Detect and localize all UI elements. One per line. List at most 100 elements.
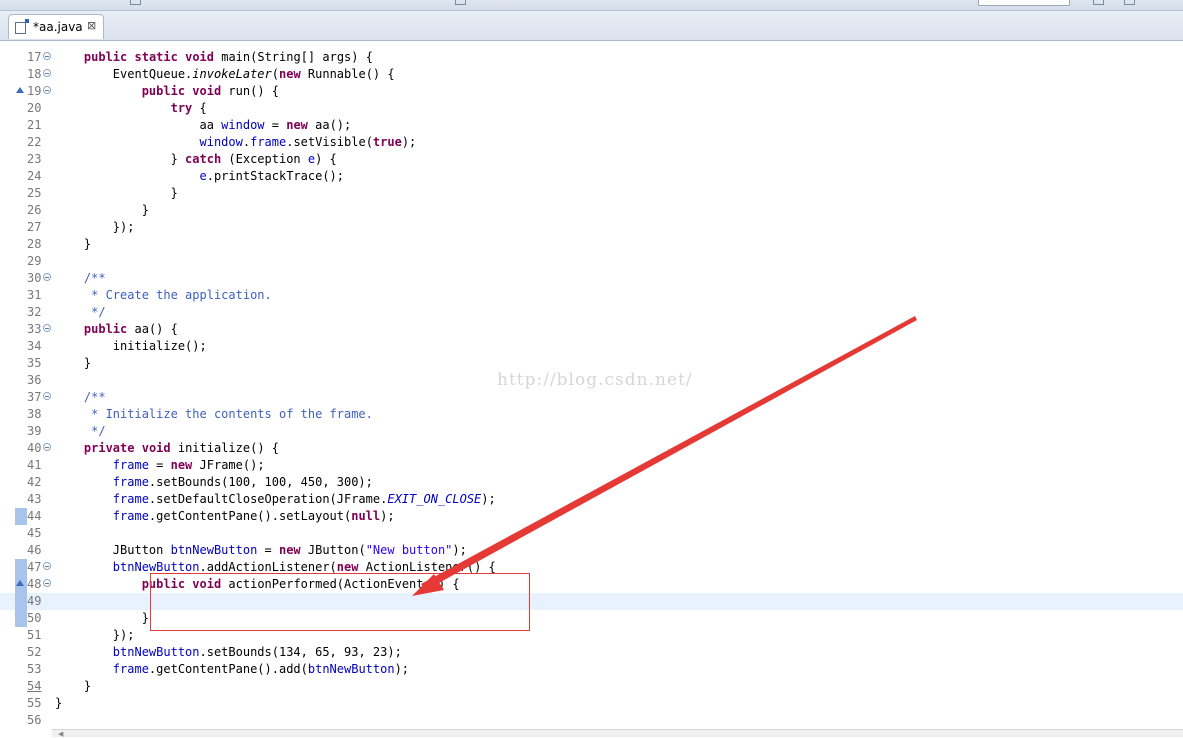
- code-text: });: [55, 220, 135, 234]
- code-text: }: [55, 356, 92, 370]
- code-text: * Initialize the contents of the frame.: [91, 407, 373, 421]
- annotation-highlight-box: [150, 573, 530, 631]
- change-marker: [15, 508, 27, 525]
- code-line[interactable]: 21 aa window = new aa();: [0, 117, 1183, 134]
- code-line[interactable]: 40 private void initialize() {: [0, 440, 1183, 457]
- code-text: * Create the application.: [91, 288, 272, 302]
- toolbar-icon[interactable]: [130, 0, 141, 5]
- code-line[interactable]: 23 } catch (Exception e) {: [0, 151, 1183, 168]
- code-line[interactable]: 20 try {: [0, 100, 1183, 117]
- fold-collapse-icon[interactable]: [43, 273, 51, 281]
- code-line[interactable]: 18 EventQueue.invokeLater(new Runnable()…: [0, 66, 1183, 83]
- code-text: e.printStackTrace();: [199, 169, 345, 183]
- line-number: 51: [27, 628, 42, 642]
- scroll-left-icon[interactable]: ◀: [58, 731, 63, 738]
- code-line[interactable]: 43 frame.setDefaultCloseOperation(JFrame…: [0, 491, 1183, 508]
- toolbar-icon[interactable]: [455, 0, 466, 5]
- line-number: 18: [27, 67, 42, 81]
- toolbar: [0, 0, 1183, 11]
- line-number: 39: [27, 424, 42, 438]
- quick-access-input[interactable]: [978, 0, 1070, 6]
- line-number: 23: [27, 152, 42, 166]
- code-line[interactable]: 29: [0, 253, 1183, 270]
- code-line[interactable]: 54 }: [0, 678, 1183, 695]
- code-text: }: [55, 679, 92, 693]
- watermark: http://blog.csdn.net/: [497, 370, 693, 390]
- fold-collapse-icon[interactable]: [43, 69, 51, 77]
- line-number: 38: [27, 407, 42, 421]
- code-text: */: [91, 424, 106, 438]
- line-number: 56: [27, 713, 42, 727]
- line-number: 50: [27, 611, 42, 625]
- line-number: 37: [27, 390, 42, 404]
- code-line[interactable]: 34 initialize();: [0, 338, 1183, 355]
- code-line[interactable]: 53 frame.getContentPane().add(btnNewButt…: [0, 661, 1183, 678]
- code-line[interactable]: 31 * Create the application.: [0, 287, 1183, 304]
- line-number: 53: [27, 662, 42, 676]
- code-text: public static void main(String[] args) {: [83, 50, 373, 64]
- code-line[interactable]: 24 e.printStackTrace();: [0, 168, 1183, 185]
- line-number: 35: [27, 356, 42, 370]
- code-line[interactable]: 22 window.frame.setVisible(true);: [0, 134, 1183, 151]
- fold-collapse-icon[interactable]: [43, 443, 51, 451]
- fold-collapse-icon[interactable]: [43, 86, 51, 94]
- code-text: EventQueue.invokeLater(new Runnable() {: [55, 67, 395, 81]
- code-line[interactable]: 30 /**: [0, 270, 1183, 287]
- code-line[interactable]: 44 frame.getContentPane().setLayout(null…: [0, 508, 1183, 525]
- code-text: frame.getContentPane().setLayout(null);: [112, 509, 395, 523]
- code-line[interactable]: 27 });: [0, 219, 1183, 236]
- line-number: 17: [27, 50, 42, 64]
- line-number: 34: [27, 339, 42, 353]
- line-number: 45: [27, 526, 42, 540]
- change-marker: [15, 559, 27, 576]
- line-number: 22: [27, 135, 42, 149]
- code-line[interactable]: 46 JButton btnNewButton = new JButton("N…: [0, 542, 1183, 559]
- code-text: }: [55, 203, 149, 217]
- code-text: }: [55, 186, 178, 200]
- code-line[interactable]: 55}: [0, 695, 1183, 712]
- change-marker: [15, 593, 27, 610]
- code-line[interactable]: 19 public void run() {: [0, 83, 1183, 100]
- code-line[interactable]: 17 public static void main(String[] args…: [0, 49, 1183, 66]
- fold-collapse-icon[interactable]: [43, 562, 51, 570]
- code-text: }: [55, 696, 63, 710]
- code-line[interactable]: 25 }: [0, 185, 1183, 202]
- code-text: */: [91, 305, 106, 319]
- code-line[interactable]: 41 frame = new JFrame();: [0, 457, 1183, 474]
- override-marker-icon: [16, 580, 24, 586]
- code-line[interactable]: 52 btnNewButton.setBounds(134, 65, 93, 2…: [0, 644, 1183, 661]
- fold-collapse-icon[interactable]: [43, 324, 51, 332]
- code-line[interactable]: 26 }: [0, 202, 1183, 219]
- code-line[interactable]: 33 public aa() {: [0, 321, 1183, 338]
- code-line[interactable]: 56: [0, 712, 1183, 729]
- code-line[interactable]: 39 */: [0, 423, 1183, 440]
- code-text: JButton btnNewButton = new JButton("New …: [55, 543, 467, 557]
- code-text: frame = new JFrame();: [112, 458, 265, 472]
- code-line[interactable]: 28 }: [0, 236, 1183, 253]
- code-line[interactable]: 45: [0, 525, 1183, 542]
- fold-collapse-icon[interactable]: [43, 579, 51, 587]
- line-number: 36: [27, 373, 42, 387]
- code-text: /**: [83, 271, 106, 285]
- code-line[interactable]: 37 /**: [0, 389, 1183, 406]
- line-number: 48: [27, 577, 42, 591]
- code-text: window.frame.setVisible(true);: [199, 135, 417, 149]
- close-icon[interactable]: ⊠: [87, 19, 96, 32]
- fold-collapse-icon[interactable]: [43, 52, 51, 60]
- perspective-icon[interactable]: [1093, 0, 1104, 5]
- code-text: frame.getContentPane().add(btnNewButton)…: [112, 662, 410, 676]
- code-text: } catch (Exception e) {: [55, 152, 337, 166]
- code-line[interactable]: 42 frame.setBounds(100, 100, 450, 300);: [0, 474, 1183, 491]
- override-marker-icon: [16, 87, 24, 93]
- editor-tab[interactable]: *aa.java ⊠: [8, 14, 104, 39]
- code-line[interactable]: 38 * Initialize the contents of the fram…: [0, 406, 1183, 423]
- line-number: 27: [27, 220, 42, 234]
- fold-collapse-icon[interactable]: [43, 392, 51, 400]
- editor-tab-bar: *aa.java ⊠: [0, 11, 1183, 41]
- code-text: });: [55, 628, 135, 642]
- code-text: frame.setDefaultCloseOperation(JFrame.EX…: [112, 492, 496, 506]
- line-number: 20: [27, 101, 42, 115]
- perspective-icon[interactable]: [1124, 0, 1135, 5]
- line-number: 31: [27, 288, 42, 302]
- code-line[interactable]: 32 */: [0, 304, 1183, 321]
